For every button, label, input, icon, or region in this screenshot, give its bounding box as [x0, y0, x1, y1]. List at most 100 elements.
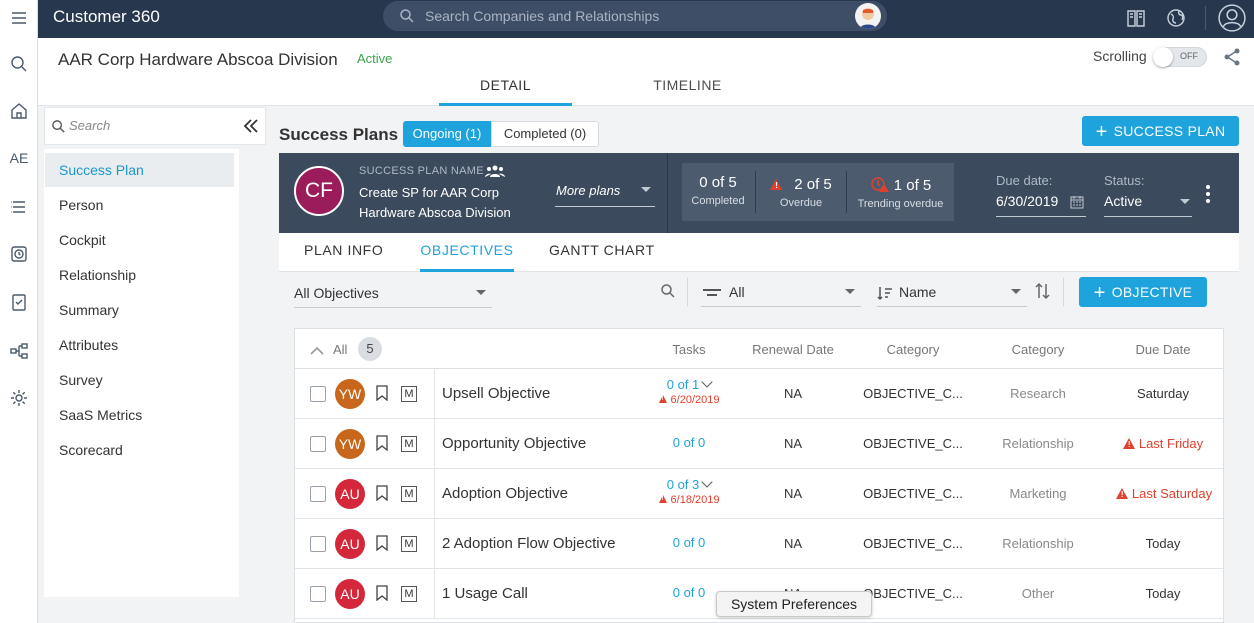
ae-avatar[interactable]: AE	[0, 140, 38, 176]
table-row[interactable]: AU M 2 Adoption Flow Objective 0 of 0 NA…	[295, 519, 1223, 569]
share-icon[interactable]	[1222, 47, 1242, 67]
renewal-date-cell: NA	[783, 436, 803, 451]
row-checkbox[interactable]	[310, 386, 326, 402]
tab-gantt-chart[interactable]: GANTT CHART	[549, 242, 655, 272]
user-icon[interactable]	[1216, 2, 1248, 34]
search-icon[interactable]	[0, 46, 38, 82]
search-input[interactable]	[425, 7, 805, 25]
category-2-cell: Relationship	[1002, 536, 1074, 551]
scrolling-toggle[interactable]: OFF	[1153, 47, 1207, 67]
nav-item-summary[interactable]: Summary	[45, 293, 234, 327]
search-icon[interactable]	[660, 283, 676, 299]
stat-trending[interactable]: 1 of 5 Trending overdue	[847, 163, 954, 221]
global-search[interactable]	[383, 1, 887, 31]
people-icon[interactable]	[485, 164, 505, 178]
globe-icon[interactable]	[1162, 4, 1190, 32]
status-dropdown[interactable]: Active	[1104, 193, 1192, 217]
header-all[interactable]: All	[333, 342, 347, 357]
tasks-cell[interactable]: 0 of 0	[639, 535, 739, 550]
header-category[interactable]: Category	[863, 342, 963, 357]
due-date-cell: Last Friday	[1103, 436, 1223, 451]
m-icon[interactable]: M	[401, 486, 417, 502]
nav-item-attributes[interactable]: Attributes	[45, 328, 234, 362]
table-row[interactable]: YW M Upsell Objective 0 of 1 6/20/2019 N…	[295, 369, 1223, 419]
completed-toggle-button[interactable]: Completed (0)	[491, 121, 599, 147]
tab-timeline[interactable]: TIMELINE	[621, 75, 754, 106]
nav-search-input[interactable]	[69, 118, 219, 133]
stat-completed[interactable]: 0 of 5 Completed	[682, 163, 754, 221]
collapse-icon[interactable]	[241, 116, 261, 136]
tab-objectives[interactable]: OBJECTIVES	[420, 242, 514, 272]
nav-list: Success Plan Person Cockpit Relationship…	[44, 149, 239, 597]
plus-icon: +	[1093, 282, 1106, 304]
nav-item-scorecard[interactable]: Scorecard	[45, 433, 234, 467]
bookmark-icon[interactable]	[376, 435, 388, 451]
row-checkbox[interactable]	[310, 536, 326, 552]
filter-select[interactable]: All	[701, 279, 861, 307]
more-options-icon[interactable]	[1205, 185, 1211, 205]
m-icon[interactable]: M	[401, 536, 417, 552]
row-checkbox[interactable]	[310, 586, 326, 602]
nav-item-saas-metrics[interactable]: SaaS Metrics	[45, 398, 234, 432]
bookmark-icon[interactable]	[376, 535, 388, 551]
row-checkbox[interactable]	[310, 436, 326, 452]
clipboard-icon[interactable]	[0, 284, 38, 320]
nav-item-person[interactable]: Person	[45, 188, 234, 222]
table-row[interactable]: AU M Adoption Objective 0 of 3 6/18/2019…	[295, 469, 1223, 519]
chevron-up-icon[interactable]	[310, 345, 324, 355]
due-date-label: Due date:	[996, 173, 1053, 188]
company-status-badge: Active	[357, 51, 393, 66]
nav-item-relationship[interactable]: Relationship	[45, 258, 234, 292]
objective-name[interactable]: Upsell Objective	[442, 385, 550, 402]
filter-icon	[703, 289, 721, 296]
tasks-cell[interactable]: 0 of 3 6/18/2019	[639, 476, 739, 506]
bookmark-icon[interactable]	[376, 385, 388, 401]
hamburger-icon[interactable]	[0, 0, 38, 36]
gear-icon[interactable]	[0, 380, 38, 416]
clock-icon[interactable]	[0, 236, 38, 272]
add-objective-button[interactable]: + OBJECTIVE	[1079, 277, 1207, 307]
add-success-plan-button[interactable]: + SUCCESS PLAN	[1082, 116, 1239, 146]
list-icon[interactable]	[0, 189, 38, 225]
nav-item-success-plan[interactable]: Success Plan	[45, 153, 234, 187]
table-row[interactable]: YW M Opportunity Objective 0 of 0 NA OBJ…	[295, 419, 1223, 469]
stat-overdue[interactable]: 2 of 5 Overdue	[756, 163, 846, 221]
m-icon[interactable]: M	[401, 436, 417, 452]
tasks-cell[interactable]: 0 of 0	[639, 435, 739, 450]
tasks-cell[interactable]: 0 of 1 6/20/2019	[639, 376, 739, 406]
objective-name[interactable]: Opportunity Objective	[442, 435, 586, 452]
objective-name[interactable]: 2 Adoption Flow Objective	[442, 535, 615, 552]
sort-direction-icon[interactable]	[1035, 282, 1051, 300]
objectives-select[interactable]: All Objectives	[294, 280, 492, 308]
bookmark-icon[interactable]	[376, 485, 388, 501]
sort-select[interactable]: Name	[877, 279, 1027, 307]
due-date-field[interactable]: 6/30/2019	[996, 193, 1086, 217]
header-tasks[interactable]: Tasks	[639, 342, 739, 357]
row-divider	[434, 369, 435, 419]
row-checkbox[interactable]	[310, 486, 326, 502]
header-category-2[interactable]: Category	[988, 342, 1088, 357]
objective-name[interactable]: Adoption Objective	[442, 485, 568, 502]
header-due-date[interactable]: Due Date	[1113, 342, 1213, 357]
m-icon[interactable]: M	[401, 586, 417, 602]
row-divider	[434, 519, 435, 569]
nav-item-cockpit[interactable]: Cockpit	[45, 223, 234, 257]
due-date-cell: Today	[1145, 536, 1181, 551]
user-avatar[interactable]	[855, 3, 881, 29]
stat-overdue-number: 2 of 5	[794, 176, 832, 193]
more-plans-dropdown[interactable]: More plans	[555, 181, 655, 207]
book-icon[interactable]	[1122, 4, 1150, 32]
nav-item-survey[interactable]: Survey	[45, 363, 234, 397]
home-icon[interactable]	[0, 93, 38, 129]
tab-plan-info[interactable]: PLAN INFO	[304, 242, 383, 272]
hierarchy-icon[interactable]	[0, 333, 38, 369]
tasks-count: 0 of 1	[666, 377, 700, 392]
calendar-icon[interactable]	[1070, 195, 1084, 209]
header-renewal-date[interactable]: Renewal Date	[743, 342, 843, 357]
objective-name[interactable]: 1 Usage Call	[442, 585, 528, 602]
nav-search[interactable]	[44, 107, 266, 145]
m-icon[interactable]: M	[401, 386, 417, 402]
bookmark-icon[interactable]	[376, 585, 388, 601]
tab-detail[interactable]: DETAIL	[439, 75, 572, 106]
ongoing-toggle-button[interactable]: Ongoing (1)	[403, 121, 491, 147]
